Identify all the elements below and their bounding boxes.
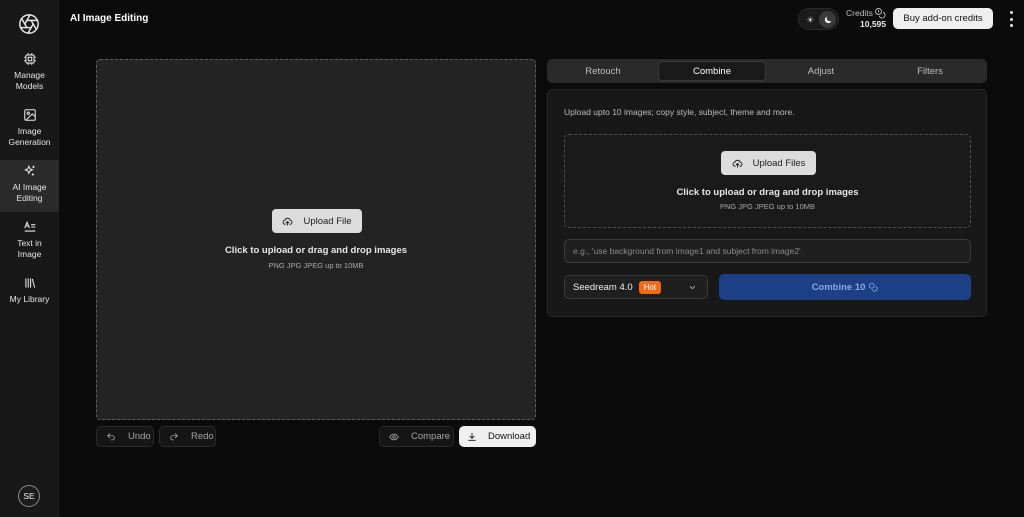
sparkles-icon — [23, 165, 35, 176]
tab-combine[interactable]: Combine — [658, 61, 766, 81]
upload-files-label: Upload Files — [752, 157, 806, 169]
undo-label: Undo — [128, 431, 151, 442]
upload-files-button[interactable]: Upload Files — [721, 151, 816, 175]
sidebar-item-text-in-image[interactable]: Text in Image — [0, 218, 59, 270]
canvas-file-types: PNG JPG JPEG up to 10MB — [268, 261, 364, 270]
redo-label: Redo — [191, 431, 214, 442]
upload-file-button[interactable]: Upload File — [272, 209, 362, 233]
chip-icon — [23, 53, 36, 65]
sidebar-item-image-generation[interactable]: Image Generation — [0, 106, 59, 158]
combine-label: Combine 10 — [811, 281, 866, 293]
download-label: Download — [488, 431, 531, 442]
tab-filters[interactable]: Filters — [876, 61, 984, 81]
undo-icon — [107, 432, 115, 440]
combine-panel: Upload upto 10 images; copy style, subje… — [547, 89, 987, 317]
edit-mode-tabs: Retouch Combine Adjust Filters — [547, 59, 987, 83]
buy-credits-button[interactable]: Buy add-on credits — [893, 8, 993, 29]
sidebar-item-label: My Library — [9, 294, 50, 304]
avatar[interactable]: SE — [18, 485, 40, 507]
redo-button[interactable]: Redo — [159, 426, 216, 447]
model-name: Seedream 4.0 — [573, 281, 633, 293]
coins-icon — [869, 282, 878, 292]
aperture-logo-icon[interactable] — [18, 13, 40, 35]
cloud-upload-icon — [283, 217, 293, 226]
credits-label: Credits — [846, 8, 873, 18]
eye-icon — [389, 433, 399, 440]
sidebar-item-label: Text in Image — [17, 238, 42, 259]
image-canvas-dropzone[interactable]: Upload File Click to upload or drag and … — [96, 59, 536, 420]
sidebar-item-manage-models[interactable]: Manage Models — [0, 50, 59, 102]
compare-label: Compare — [411, 431, 451, 442]
chevron-down-icon — [689, 285, 696, 290]
upload-file-label: Upload File — [303, 215, 352, 227]
model-select[interactable]: Seedream 4.0 Hot — [564, 275, 708, 299]
combine-dropzone[interactable]: Upload Files Click to upload or drag and… — [564, 134, 971, 228]
tab-adjust[interactable]: Adjust — [767, 61, 875, 81]
theme-toggle[interactable]: ☀ — [798, 8, 839, 30]
text-icon — [23, 220, 35, 232]
coins-icon — [875, 8, 886, 19]
panel-description: Upload upto 10 images; copy style, subje… — [564, 107, 795, 117]
download-button[interactable]: Download — [459, 426, 536, 447]
download-icon — [468, 432, 476, 441]
sidebar: Manage Models Image Generation AI Image Edi… — [0, 0, 59, 517]
page-title: AI Image Editing — [70, 13, 149, 24]
hot-badge: Hot — [638, 280, 662, 294]
sun-icon[interactable]: ☀ — [804, 14, 816, 26]
cloud-upload-icon — [732, 159, 743, 168]
sidebar-item-label: Manage Models — [14, 70, 45, 91]
credits-value: 10,595 — [860, 19, 886, 29]
sidebar-item-label: Image Generation — [8, 126, 51, 147]
redo-icon — [170, 432, 178, 440]
prompt-input[interactable] — [564, 239, 971, 263]
dropzone-file-types: PNG JPG JPEG up to 10MB — [719, 202, 816, 211]
canvas-instructions: Click to upload or drag and drop images — [224, 245, 408, 256]
sidebar-item-ai-image-editing[interactable]: AI Image Editing — [0, 160, 59, 212]
sidebar-item-my-library[interactable]: My Library — [0, 274, 59, 326]
dropzone-instructions: Click to upload or drag and drop images — [676, 187, 859, 198]
moon-icon[interactable] — [819, 11, 836, 28]
combine-button[interactable]: Combine 10 — [719, 274, 971, 300]
image-icon — [23, 109, 36, 121]
compare-button[interactable]: Compare — [379, 426, 454, 447]
tab-retouch[interactable]: Retouch — [549, 61, 657, 81]
undo-button[interactable]: Undo — [96, 426, 154, 447]
more-options-icon[interactable] — [1005, 11, 1017, 27]
library-icon — [24, 278, 35, 288]
sidebar-item-label: AI Image Editing — [12, 182, 47, 203]
